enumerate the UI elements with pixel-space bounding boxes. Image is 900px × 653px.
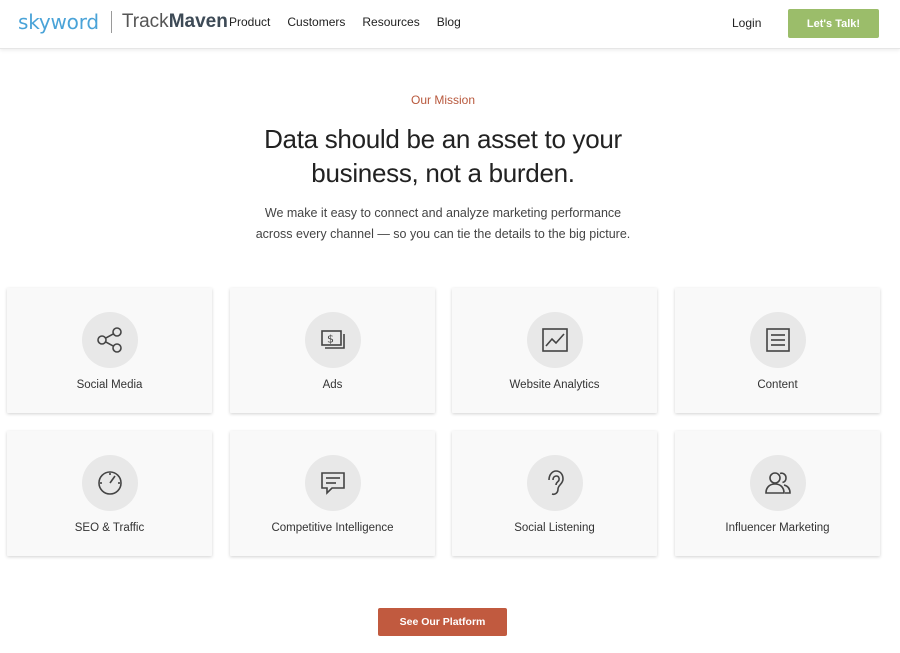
main-nav: Product Customers Resources Blog: [229, 15, 478, 29]
ear-icon: [527, 455, 583, 511]
subtext-line-2: across every channel — so you can tie th…: [255, 227, 631, 241]
svg-text:$: $: [327, 333, 334, 346]
card-content[interactable]: Content: [675, 288, 880, 413]
nav-blog[interactable]: Blog: [437, 15, 461, 29]
card-influencer-marketing[interactable]: Influencer Marketing: [675, 431, 880, 556]
card-label: Influencer Marketing: [725, 522, 830, 534]
speedometer-icon: [82, 455, 138, 511]
card-label: Social Listening: [514, 522, 595, 534]
site-header: skyword Track Maven Product Customers Res…: [0, 0, 900, 49]
lets-talk-button[interactable]: Let's Talk!: [788, 9, 879, 38]
subtext-line-1: We make it easy to connect and analyze m…: [264, 206, 622, 220]
document-icon: [750, 312, 806, 368]
card-competitive-intelligence[interactable]: Competitive Intelligence: [230, 431, 435, 556]
card-social-media[interactable]: Social Media: [7, 288, 212, 413]
card-label: Social Media: [76, 379, 143, 391]
card-label: Website Analytics: [509, 379, 600, 391]
share-icon: [82, 312, 138, 368]
see-our-platform-button[interactable]: See Our Platform: [378, 608, 507, 636]
mission-subtext: We make it easy to connect and analyze m…: [0, 203, 886, 245]
people-icon: [750, 455, 806, 511]
logo[interactable]: skyword Track Maven: [18, 9, 228, 35]
nav-product[interactable]: Product: [229, 15, 270, 29]
dollar-bill-icon: $: [305, 312, 361, 368]
card-website-analytics[interactable]: Website Analytics: [452, 288, 657, 413]
mission-headline: Data should be an asset to your business…: [0, 122, 886, 190]
skyword-logo-text: skyword: [18, 10, 99, 34]
headline-line-2: business, not a burden.: [311, 158, 575, 188]
page: skyword Track Maven Product Customers Res…: [0, 0, 900, 653]
card-seo-traffic[interactable]: SEO & Traffic: [7, 431, 212, 556]
card-label: SEO & Traffic: [74, 522, 145, 534]
login-link[interactable]: Login: [732, 16, 761, 30]
card-label: Ads: [322, 379, 343, 391]
nav-customers[interactable]: Customers: [287, 15, 345, 29]
card-social-listening[interactable]: Social Listening: [452, 431, 657, 556]
chat-bubble-icon: [305, 455, 361, 511]
trackmaven-logo-track: Track: [121, 11, 169, 32]
card-label: Competitive Intelligence: [271, 522, 394, 534]
card-label: Content: [757, 379, 798, 391]
mission-eyebrow: Our Mission: [410, 93, 475, 107]
line-chart-icon: [527, 312, 583, 368]
nav-resources[interactable]: Resources: [362, 15, 419, 29]
logo-divider: [110, 11, 112, 33]
card-ads[interactable]: $ Ads: [230, 288, 435, 413]
trackmaven-logo-maven: Maven: [168, 11, 228, 32]
headline-line-1: Data should be an asset to your: [264, 124, 622, 154]
